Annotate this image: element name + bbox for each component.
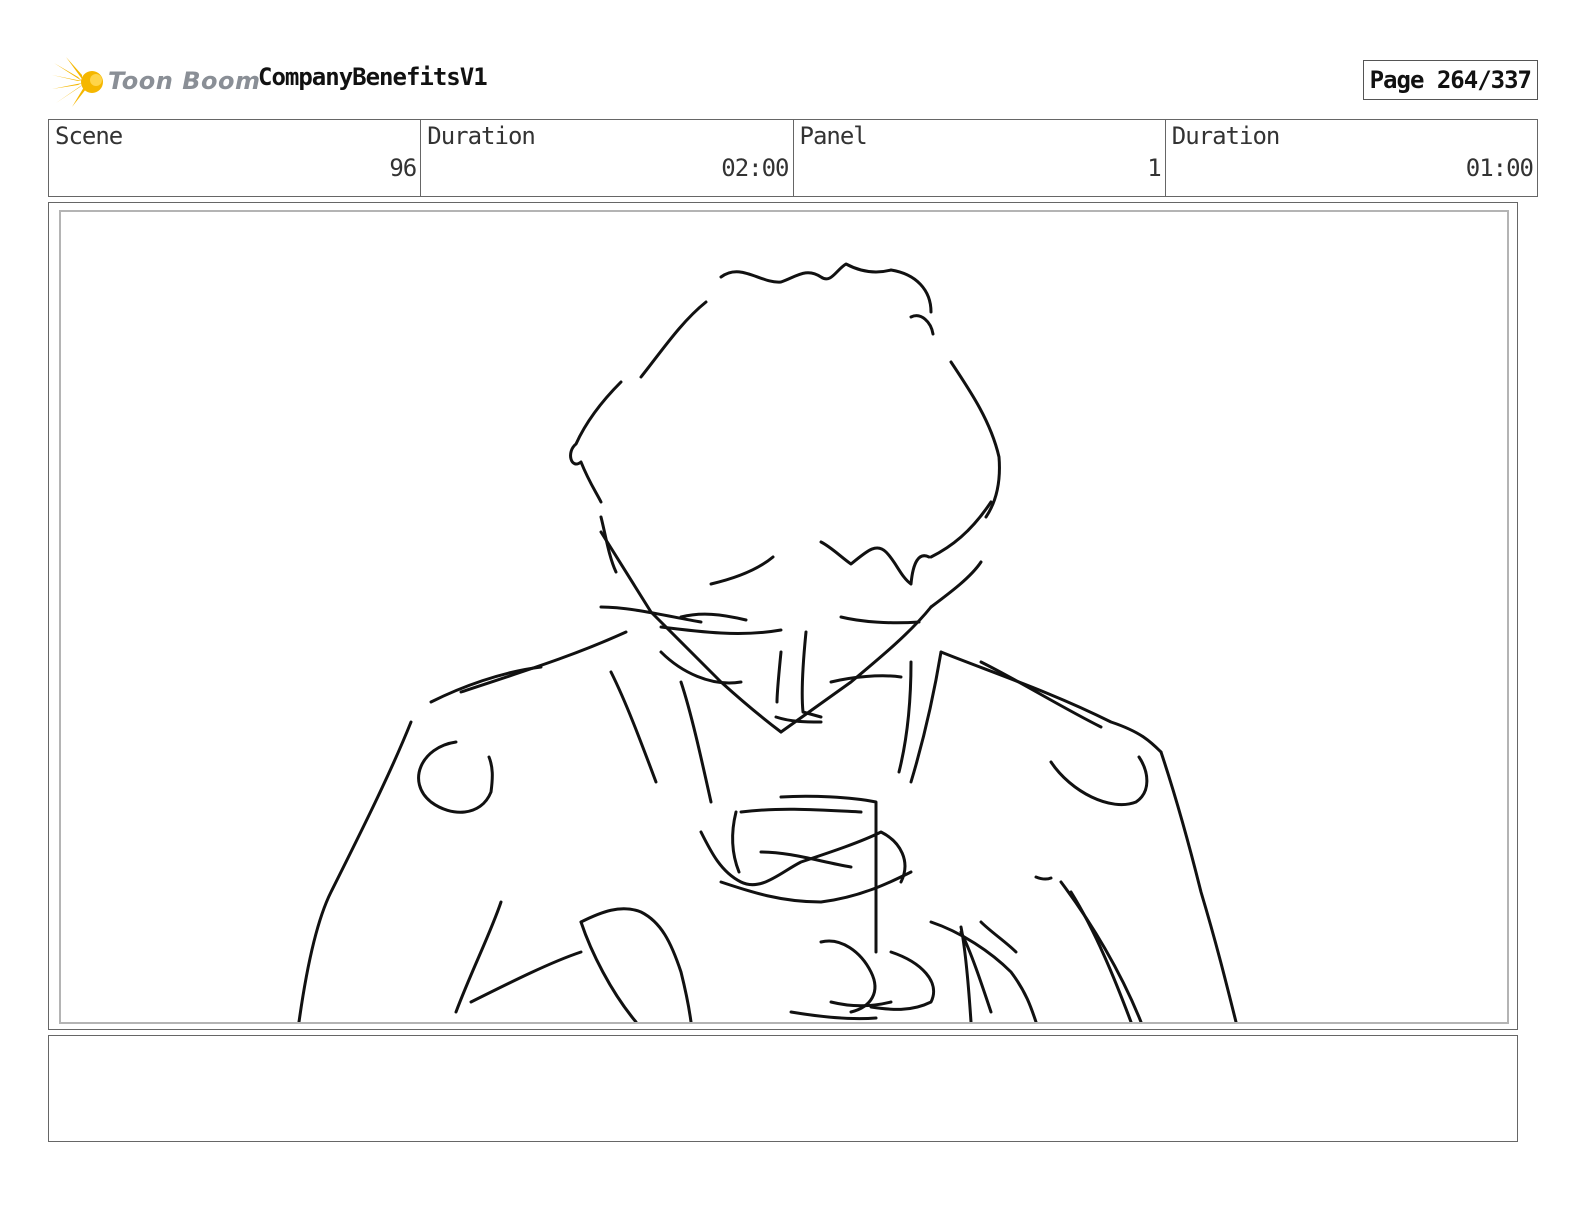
scene-duration-label: Duration <box>427 122 536 150</box>
panel-duration-cell: Duration 01:00 <box>1166 120 1537 196</box>
toon-boom-logo: Toon Boom <box>52 57 260 107</box>
panel-value: 1 <box>1147 154 1161 182</box>
scene-info-row: Scene 96 Duration 02:00 Panel 1 Duration… <box>48 119 1538 197</box>
panel-duration-value: 01:00 <box>1465 154 1534 182</box>
panel-duration-label: Duration <box>1171 122 1281 150</box>
panel-drawing-area <box>59 210 1509 1024</box>
panel-label: Panel <box>799 122 868 150</box>
logo-text: Toon Boom <box>108 67 261 95</box>
scene-label: Scene <box>55 122 123 150</box>
panel-cell: Panel 1 <box>794 120 1166 196</box>
page-number: Page 264/337 <box>1362 60 1538 100</box>
scene-value: 96 <box>389 154 417 182</box>
panel-frame <box>48 202 1518 1030</box>
scene-cell: Scene 96 <box>49 120 422 196</box>
page-header: Toon Boom CompanyBenefitsV1 Page 264/337 <box>48 55 1538 107</box>
scene-duration-cell: Duration 02:00 <box>421 120 794 196</box>
scene-duration-value: 02:00 <box>721 154 789 182</box>
panel-notes <box>48 1035 1518 1142</box>
project-title: CompanyBenefitsV1 <box>258 63 488 91</box>
sunburst-logo-icon <box>52 57 103 107</box>
storyboard-sketch-icon <box>297 262 1238 1022</box>
